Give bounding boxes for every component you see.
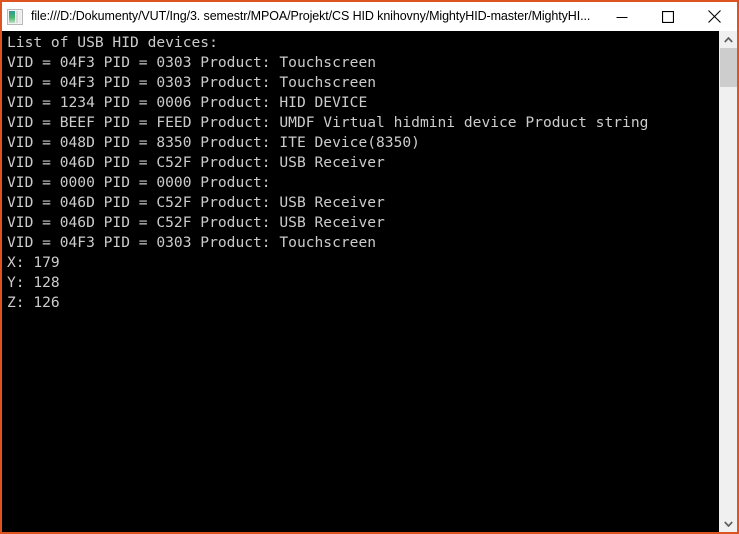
icon-right-block xyxy=(19,10,21,23)
console-line: VID = BEEF PID = FEED Product: UMDF Virt… xyxy=(7,114,649,131)
console-line: Z: 126 xyxy=(7,294,60,311)
close-icon xyxy=(707,10,721,23)
console-line: X: 179 xyxy=(7,254,60,271)
console-text: List of USB HID devices: VID = 04F3 PID =… xyxy=(2,31,719,532)
console-line: VID = 04F3 PID = 0303 Product: Touchscre… xyxy=(7,234,377,251)
console-line: VID = 04F3 PID = 0303 Product: Touchscre… xyxy=(7,54,377,71)
icon-mid-block xyxy=(16,10,18,23)
scroll-down-icon xyxy=(724,520,733,527)
icon-left-block xyxy=(9,10,15,23)
minimize-button[interactable] xyxy=(599,2,645,31)
title-bar[interactable]: file:///D:/Dokumenty/VUT/Ing/3. semestr/… xyxy=(2,2,737,31)
maximize-button[interactable] xyxy=(645,2,691,31)
console-line: Y: 128 xyxy=(7,274,60,291)
window-title: file:///D:/Dokumenty/VUT/Ing/3. semestr/… xyxy=(31,9,591,23)
scrollbar-thumb[interactable] xyxy=(720,48,737,87)
vertical-scrollbar[interactable] xyxy=(719,31,737,532)
console-window: file:///D:/Dokumenty/VUT/Ing/3. semestr/… xyxy=(0,0,739,534)
console-line: VID = 0000 PID = 0000 Product: xyxy=(7,174,271,191)
console-line: VID = 1234 PID = 0006 Product: HID DEVIC… xyxy=(7,94,368,111)
window-controls xyxy=(599,2,737,31)
scroll-up-button[interactable] xyxy=(720,31,737,48)
scroll-down-button[interactable] xyxy=(720,515,737,532)
scroll-up-icon xyxy=(724,36,733,43)
console-output-area[interactable]: List of USB HID devices: VID = 04F3 PID =… xyxy=(2,31,737,532)
console-line: VID = 046D PID = C52F Product: USB Recei… xyxy=(7,214,385,231)
close-button[interactable] xyxy=(691,2,737,31)
console-line: VID = 048D PID = 8350 Product: ITE Devic… xyxy=(7,134,420,151)
console-line: List of USB HID devices: xyxy=(7,34,218,51)
console-line: VID = 046D PID = C52F Product: USB Recei… xyxy=(7,194,385,211)
maximize-icon xyxy=(662,10,674,23)
console-line: VID = 04F3 PID = 0303 Product: Touchscre… xyxy=(7,74,377,91)
minimize-icon xyxy=(616,16,628,18)
application-window-icon xyxy=(7,8,23,25)
console-line: VID = 046D PID = C52F Product: USB Recei… xyxy=(7,154,385,171)
scrollbar-track[interactable] xyxy=(720,48,737,515)
